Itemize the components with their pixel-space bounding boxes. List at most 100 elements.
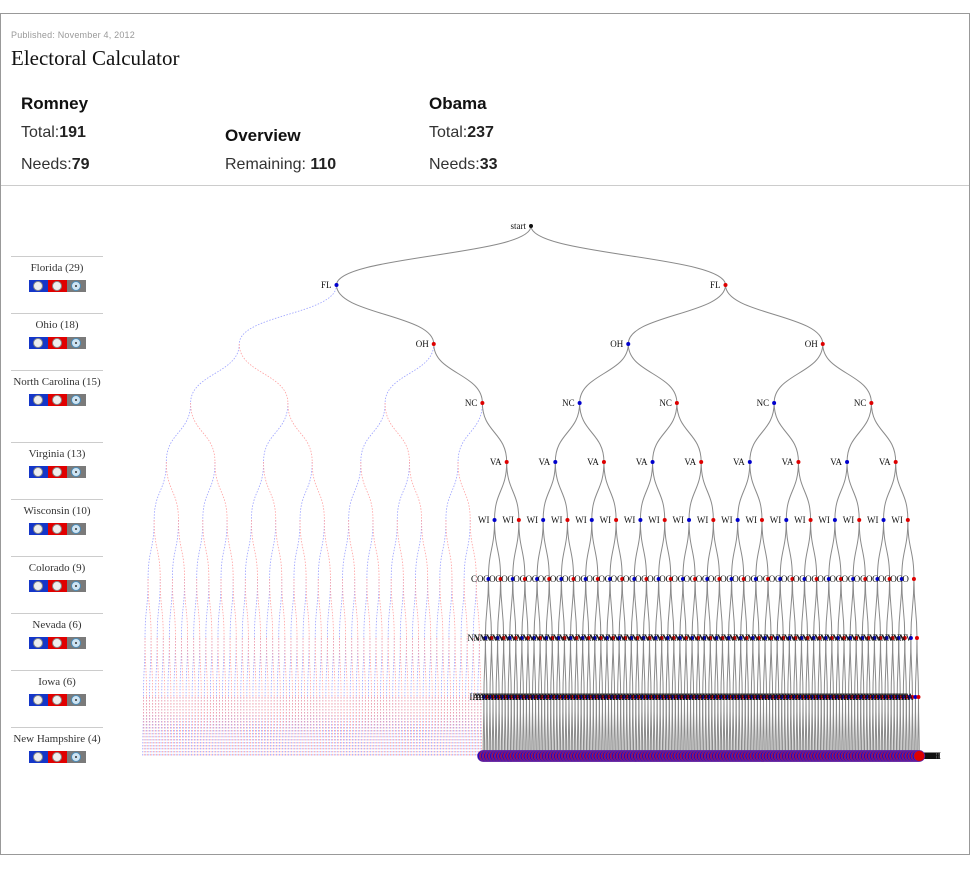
tree-edge bbox=[542, 461, 556, 521]
tree-edge bbox=[322, 696, 324, 757]
tree-node-label: WI bbox=[770, 515, 782, 525]
tree-edge bbox=[715, 637, 719, 698]
tree-node[interactable] bbox=[808, 518, 813, 522]
tree-edge bbox=[557, 637, 561, 698]
tree-node-label: WI bbox=[478, 515, 490, 525]
tree-node[interactable] bbox=[881, 518, 886, 522]
tree-node[interactable] bbox=[650, 460, 655, 464]
tree-node[interactable] bbox=[431, 342, 436, 346]
tree-edge bbox=[443, 696, 445, 757]
tree-edge bbox=[845, 696, 847, 757]
tree-node[interactable] bbox=[711, 518, 716, 522]
tree-node[interactable] bbox=[772, 401, 777, 405]
tree-edge bbox=[738, 696, 741, 757]
tree-node[interactable] bbox=[541, 518, 546, 522]
tree-node[interactable] bbox=[674, 401, 679, 405]
tree-node[interactable] bbox=[723, 283, 728, 287]
tree-node[interactable] bbox=[480, 401, 485, 405]
tree-node[interactable] bbox=[334, 283, 339, 287]
tree-edge bbox=[149, 637, 152, 698]
tree-edge bbox=[846, 461, 860, 521]
tree-edge bbox=[594, 637, 597, 698]
tree-node[interactable] bbox=[796, 460, 801, 464]
tree-edge bbox=[465, 637, 468, 698]
tree-node[interactable] bbox=[845, 460, 850, 464]
tree-node[interactable] bbox=[626, 342, 631, 346]
tree-node[interactable] bbox=[638, 518, 643, 522]
tree-node[interactable] bbox=[869, 401, 874, 405]
tree-edge bbox=[767, 578, 772, 639]
tree-node[interactable] bbox=[759, 518, 764, 522]
tree-node[interactable] bbox=[735, 518, 740, 522]
tree-edge bbox=[521, 637, 524, 698]
tree-edge bbox=[665, 696, 668, 757]
tree-node[interactable] bbox=[913, 750, 926, 762]
tree-node[interactable] bbox=[893, 460, 898, 464]
tree-edge bbox=[374, 696, 376, 757]
tree-edge bbox=[573, 578, 578, 639]
tree-node-label: FL bbox=[710, 280, 721, 290]
tree-node-label: WI bbox=[575, 515, 587, 525]
tree-edge bbox=[282, 696, 284, 757]
tree-node[interactable] bbox=[857, 518, 862, 522]
tree-node[interactable] bbox=[504, 460, 509, 464]
tree-edge bbox=[218, 696, 220, 757]
tree-edge bbox=[270, 696, 272, 757]
tree-edge bbox=[454, 637, 457, 698]
tree-edge bbox=[398, 637, 401, 698]
tree-node[interactable] bbox=[820, 342, 825, 346]
tree-node[interactable] bbox=[687, 518, 692, 522]
tree-node[interactable] bbox=[492, 518, 497, 522]
tree-edge bbox=[249, 696, 252, 757]
tree-edge bbox=[790, 696, 793, 757]
tree-edge bbox=[500, 578, 505, 639]
tree-edge bbox=[516, 696, 519, 757]
tree-node-label: CO bbox=[507, 574, 520, 584]
tree-edge bbox=[314, 578, 319, 639]
tree-node[interactable] bbox=[747, 460, 752, 464]
tree-edge bbox=[627, 284, 726, 345]
tree-edge bbox=[374, 637, 377, 698]
tree-edge bbox=[366, 578, 371, 639]
tree-edge bbox=[185, 696, 188, 757]
tree-edge bbox=[257, 578, 261, 639]
tree-node[interactable] bbox=[516, 518, 521, 522]
tree-edge bbox=[794, 637, 798, 698]
tree-edge bbox=[580, 696, 583, 757]
tree-edge bbox=[883, 461, 897, 521]
tree-edge bbox=[489, 696, 492, 757]
tree-node[interactable] bbox=[911, 577, 916, 581]
tree-node[interactable] bbox=[614, 518, 619, 522]
tree-node[interactable] bbox=[601, 460, 606, 464]
tree-node[interactable] bbox=[699, 460, 704, 464]
tree-edge bbox=[144, 578, 149, 639]
tree-edge bbox=[173, 696, 176, 757]
tree-edge bbox=[415, 578, 419, 639]
tree-edge bbox=[399, 578, 404, 639]
tree-node[interactable] bbox=[577, 401, 582, 405]
tree-node[interactable] bbox=[914, 636, 919, 640]
tree-edge bbox=[410, 637, 413, 698]
tree-edge bbox=[606, 637, 609, 698]
tree-node[interactable] bbox=[565, 518, 570, 522]
tree-edge bbox=[848, 696, 850, 757]
tree-edge bbox=[217, 637, 220, 698]
tree-edge bbox=[642, 637, 646, 698]
tree-edge bbox=[743, 578, 748, 639]
tree-node[interactable] bbox=[916, 695, 921, 699]
tree-edge bbox=[254, 696, 257, 757]
tree-edge bbox=[431, 696, 433, 757]
tree-edge bbox=[242, 696, 245, 757]
tree-node[interactable] bbox=[905, 518, 910, 522]
tree-node[interactable] bbox=[553, 460, 558, 464]
tree-edge bbox=[440, 637, 444, 698]
tree-edge bbox=[434, 696, 436, 757]
tree-node[interactable] bbox=[784, 518, 789, 522]
tree-edge bbox=[400, 696, 403, 757]
tree-node[interactable] bbox=[832, 518, 837, 522]
tree-edge bbox=[630, 578, 635, 639]
tree-node[interactable] bbox=[589, 518, 594, 522]
tree-edge bbox=[706, 519, 714, 580]
tree-node[interactable] bbox=[662, 518, 667, 522]
tree-edge bbox=[650, 696, 653, 757]
